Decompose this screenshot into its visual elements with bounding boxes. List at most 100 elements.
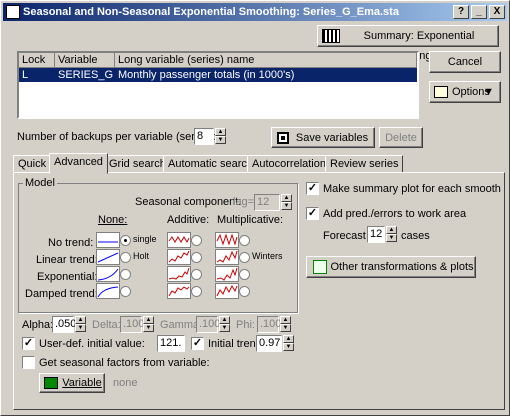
add-exponential-icon — [167, 266, 191, 282]
cases-label: cases — [401, 230, 430, 242]
col-multiplicative: Multiplicative: — [217, 214, 284, 226]
add-pred-checkbox[interactable]: ✓ — [306, 207, 319, 220]
radio-add-notrend[interactable] — [191, 235, 202, 246]
add-linear-icon — [167, 249, 191, 265]
radio-none-damped[interactable] — [120, 286, 131, 297]
row-no-trend: No trend: — [48, 237, 94, 249]
tab-automatic-search[interactable]: Automatic search — [163, 155, 258, 173]
tab-advanced[interactable]: Advanced — [49, 153, 108, 174]
inittrend-input[interactable]: 0.97 — [256, 335, 282, 352]
list-row[interactable]: L SERIES_G Monthly passenger totals (in … — [19, 68, 417, 82]
lag-input[interactable]: 12 — [254, 194, 280, 211]
calculator-icon — [322, 29, 340, 43]
none-notrend-icon — [96, 232, 120, 248]
transform-icon — [313, 260, 327, 274]
col-additive: Additive: — [167, 214, 210, 226]
userdef-input[interactable]: 121. — [157, 335, 185, 352]
other-transformations-button[interactable]: Other transformations & plots — [306, 256, 476, 278]
alpha-label: Alpha: — [22, 319, 54, 331]
radio-mult-notrend[interactable] — [239, 235, 250, 246]
inittrend-checkbox[interactable]: ✓ — [191, 337, 204, 350]
inittrend-spinner[interactable]: ▲ ▼ — [283, 335, 294, 352]
add-pred-label: Add pred./errors to work area — [323, 208, 467, 220]
delete-button[interactable]: Delete — [379, 127, 423, 148]
none-damped-icon — [96, 283, 120, 299]
summary-plot-label: Make summary plot for each smooth — [323, 183, 501, 195]
radio-add-damped[interactable] — [191, 286, 202, 297]
seasonal-factors-checkbox[interactable] — [22, 356, 35, 369]
radio-single[interactable] — [120, 235, 131, 246]
summary-button[interactable]: Summary: Exponential smoothing) — [317, 25, 499, 62]
dialog-window: Seasonal and Non-Seasonal Exponential Sm… — [0, 0, 510, 416]
mult-linear-icon — [215, 249, 239, 265]
none-exponential-icon — [96, 266, 120, 282]
other-transformations-label: Other transformations & plots — [330, 261, 474, 273]
alpha-input[interactable]: .050 — [52, 316, 76, 333]
tab-quick[interactable]: Quick — [13, 155, 52, 173]
add-damped-icon — [167, 283, 191, 299]
holt-label: Holt — [133, 251, 150, 261]
minimize-button[interactable]: _ — [471, 5, 487, 19]
row-lock: L — [22, 69, 29, 81]
backups-spinner[interactable]: ▲ ▼ — [215, 128, 226, 145]
close-button[interactable]: X — [489, 5, 505, 19]
radio-holt[interactable] — [120, 252, 131, 263]
options-icon — [434, 86, 448, 98]
save-variables-button[interactable]: Save variables — [271, 127, 375, 148]
radio-mult-exponential[interactable] — [239, 269, 250, 280]
save-variables-label: Save variables — [295, 132, 369, 144]
alpha-spinner[interactable]: ▲ ▼ — [75, 316, 86, 333]
tab-review-series[interactable]: Review series — [325, 155, 404, 173]
radio-winters[interactable] — [239, 252, 250, 263]
row-damped-trend: Damped trend: — [25, 288, 98, 300]
phi-input[interactable]: .100 — [257, 316, 281, 333]
cancel-button[interactable]: Cancel — [429, 51, 501, 73]
gamma-input[interactable]: .100 — [196, 316, 220, 333]
list-header: Lock Variable Long variable (series) nam… — [19, 53, 417, 68]
summary-plot-checkbox[interactable]: ✓ — [306, 182, 319, 195]
col-long-name[interactable]: Long variable (series) name — [115, 53, 417, 67]
winters-label: Winters — [252, 251, 283, 261]
tab-grid-search[interactable]: Grid search — [104, 155, 171, 173]
window-title: Seasonal and Non-Seasonal Exponential Sm… — [23, 6, 399, 18]
col-variable[interactable]: Variable — [55, 53, 115, 67]
phi-label: Phi: — [236, 319, 255, 331]
tab-autocorrelations[interactable]: Autocorrelations — [247, 155, 337, 173]
lag-spinner[interactable]: ▲ ▼ — [281, 194, 292, 211]
col-none: None: — [98, 214, 128, 226]
radio-add-exponential[interactable] — [191, 269, 202, 280]
help-button[interactable]: ? — [453, 5, 469, 19]
delta-spinner[interactable]: ▲ ▼ — [143, 316, 154, 333]
row-linear-trend: Linear trend: — [36, 254, 98, 266]
radio-mult-damped[interactable] — [239, 286, 250, 297]
forecast-spinner[interactable]: ▲ ▼ — [386, 226, 397, 243]
app-icon — [6, 5, 20, 19]
lag-label: lag= — [233, 196, 255, 208]
add-notrend-icon — [167, 232, 191, 248]
forecast-label: Forecast — [323, 230, 366, 242]
save-icon — [277, 132, 289, 144]
mult-exponential-icon — [215, 266, 239, 282]
row-exponential: Exponential: — [37, 271, 98, 283]
seasonal-factors-label: Get seasonal factors from variable: — [39, 357, 210, 369]
title-bar: Seasonal and Non-Seasonal Exponential Sm… — [3, 3, 507, 21]
row-variable: SERIES_G — [58, 69, 114, 81]
userdef-label: User-def. initial value: — [39, 338, 145, 350]
userdef-checkbox[interactable]: ✓ — [22, 337, 35, 350]
variable-list[interactable]: Lock Variable Long variable (series) nam… — [17, 51, 419, 119]
seasonal-label: Seasonal component: — [135, 196, 242, 208]
chevron-down-icon: ▼ — [483, 86, 494, 98]
col-lock[interactable]: Lock — [19, 53, 55, 67]
forecast-input[interactable]: 12 — [367, 226, 385, 243]
options-button[interactable]: Options ▼ — [429, 81, 501, 103]
gamma-spinner[interactable]: ▲ ▼ — [219, 316, 230, 333]
variable-button[interactable]: Variable — [39, 373, 105, 393]
backups-input[interactable]: 8 — [194, 128, 214, 145]
mult-damped-icon — [215, 283, 239, 299]
variable-icon — [44, 377, 58, 389]
single-label: single — [133, 234, 157, 244]
phi-spinner[interactable]: ▲ ▼ — [280, 316, 291, 333]
radio-none-exponential[interactable] — [120, 269, 131, 280]
delta-input[interactable]: .100 — [120, 316, 144, 333]
radio-add-linear[interactable] — [191, 252, 202, 263]
